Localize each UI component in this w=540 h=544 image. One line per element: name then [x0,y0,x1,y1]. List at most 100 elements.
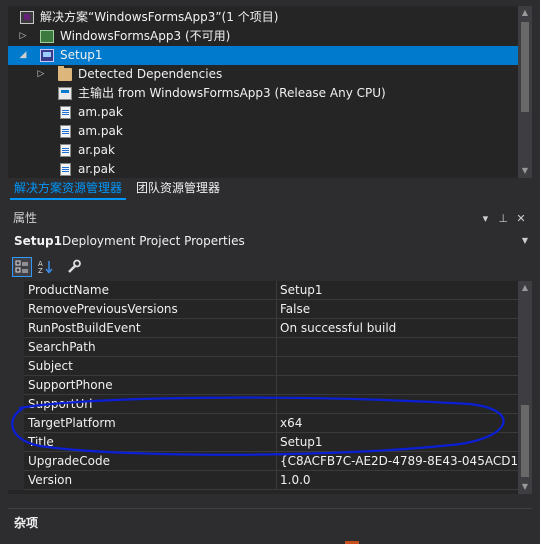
property-name: ProductName [28,283,109,297]
property-row[interactable]: TargetPlatform x64 [8,414,518,433]
tree-item-file[interactable]: ar.pak [8,160,518,178]
scroll-thumb[interactable] [521,405,529,477]
tree-item-label: 主输出 from WindowsFormsApp3 (Release Any C… [78,86,386,100]
pin-icon[interactable]: ⊥ [496,209,510,229]
property-value[interactable]: 1.0.0 [280,471,311,490]
row-margin [8,471,24,490]
column-divider [276,300,277,319]
row-margin [8,376,24,395]
tree-item-file[interactable]: am.pak [8,103,518,122]
scroll-thumb[interactable] [521,22,529,112]
property-row[interactable]: Title Setup1 [8,433,518,452]
column-divider [276,357,277,376]
setup-project-icon [40,49,54,62]
chevron-down-icon[interactable]: ▼ [522,230,528,252]
property-row[interactable]: Version 1.0.0 [8,471,518,490]
close-icon[interactable]: ✕ [514,209,528,229]
column-divider [276,433,277,452]
property-value[interactable]: False [280,300,310,319]
property-name: SearchPath [28,340,96,354]
tree-item-file[interactable]: am.pak [8,122,518,141]
property-value[interactable]: On successful build [280,319,396,338]
property-name: RunPostBuildEvent [28,321,141,335]
tree-item-label: am.pak [78,105,123,119]
tree-item-primary-output[interactable]: 主输出 from WindowsFormsApp3 (Release Any C… [8,84,518,103]
row-margin [8,452,24,471]
tree-item-label: WindowsFormsApp3 (不可用) [60,29,231,43]
tree-item-detected-dependencies[interactable]: ▷ Detected Dependencies [8,65,518,84]
column-divider [276,414,277,433]
column-divider [276,376,277,395]
explorer-tabs: 解决方案资源管理器 团队资源管理器 [8,178,532,200]
row-margin [8,338,24,357]
property-row[interactable]: SupportUrl [8,395,518,414]
property-name: UpgradeCode [28,454,111,468]
property-name: Version [28,473,73,487]
tree-item-label: 解决方案“WindowsFormsApp3”(1 个项目) [40,10,279,24]
property-row[interactable]: UpgradeCode {C8ACFB7C-AE2D-4789-8E43-045… [8,452,518,471]
property-name: TargetPlatform [28,416,116,430]
property-row[interactable]: ProductName Setup1 [8,281,518,300]
column-divider [276,452,277,471]
categorized-button[interactable] [12,257,32,277]
description-category: 杂项 [14,516,39,530]
tab-solution-explorer[interactable]: 解决方案资源管理器 [10,178,127,200]
property-name: Title [28,435,54,449]
solution-icon [20,11,34,24]
primary-output-icon [58,87,72,100]
tab-team-explorer[interactable]: 团队资源管理器 [132,178,224,200]
csharp-project-icon [40,30,54,43]
tree-item-setup1[interactable]: ◢ Setup1 [8,46,518,65]
scroll-up-arrow-icon[interactable]: ▲ [518,6,532,20]
property-name: SupportUrl [28,397,93,411]
property-row[interactable]: SupportPhone [8,376,518,395]
description-pane: 杂项 [8,508,532,539]
object-selector[interactable]: Setup1 Deployment Project Properties ▼ [8,230,532,252]
tree-item-solution[interactable]: 解决方案“WindowsFormsApp3”(1 个项目) [8,8,518,27]
scroll-up-arrow-icon[interactable]: ▲ [518,281,532,295]
column-divider [276,319,277,338]
file-icon [60,163,71,176]
expand-arrow-icon[interactable]: ▷ [18,27,28,46]
sort-alphabetical-icon: A Z [38,260,53,275]
tree-item-project[interactable]: ▷ WindowsFormsApp3 (不可用) [8,27,518,46]
wrench-icon [68,259,81,273]
tree-item-label: Setup1 [60,48,103,62]
column-divider [276,281,277,300]
property-grid-scrollbar[interactable]: ▲ ▼ [518,281,532,494]
scroll-down-arrow-icon[interactable]: ▼ [518,480,532,494]
property-value[interactable]: Setup1 [280,433,323,452]
row-margin [8,433,24,452]
row-margin [8,357,24,376]
row-margin [8,300,24,319]
property-row[interactable]: RemovePreviousVersions False [8,300,518,319]
property-value[interactable]: x64 [280,414,302,433]
property-value[interactable]: {C8ACFB7C-AE2D-4789-8E43-045ACD129 [280,452,518,471]
column-divider [276,471,277,490]
row-margin [8,414,24,433]
file-icon [60,106,71,119]
tree-item-file[interactable]: ar.pak [8,141,518,160]
scroll-down-arrow-icon[interactable]: ▼ [518,164,532,178]
property-pages-button[interactable] [64,257,84,277]
alphabetical-button[interactable]: A Z [36,257,56,277]
folder-icon [58,66,72,81]
properties-title: 属性 [13,211,38,225]
collapse-arrow-icon[interactable]: ◢ [18,46,28,65]
solution-scrollbar[interactable]: ▲ ▼ [518,6,532,178]
tree-item-label: ar.pak [78,162,115,176]
row-margin [8,281,24,300]
properties-header: 属性 ▾ ⊥ ✕ [8,208,532,228]
tree-item-label: Detected Dependencies [78,67,223,81]
row-margin [8,319,24,338]
properties-toolbar: A Z [8,254,532,280]
dropdown-arrow-icon[interactable]: ▾ [478,209,492,229]
property-row[interactable]: Subject [8,357,518,376]
expand-arrow-icon[interactable]: ▷ [36,65,46,84]
property-value[interactable]: Setup1 [280,281,323,300]
file-icon [60,125,71,138]
property-row[interactable]: RunPostBuildEvent On successful build [8,319,518,338]
property-row[interactable]: SearchPath [8,338,518,357]
file-icon [60,144,71,157]
column-divider [276,338,277,357]
